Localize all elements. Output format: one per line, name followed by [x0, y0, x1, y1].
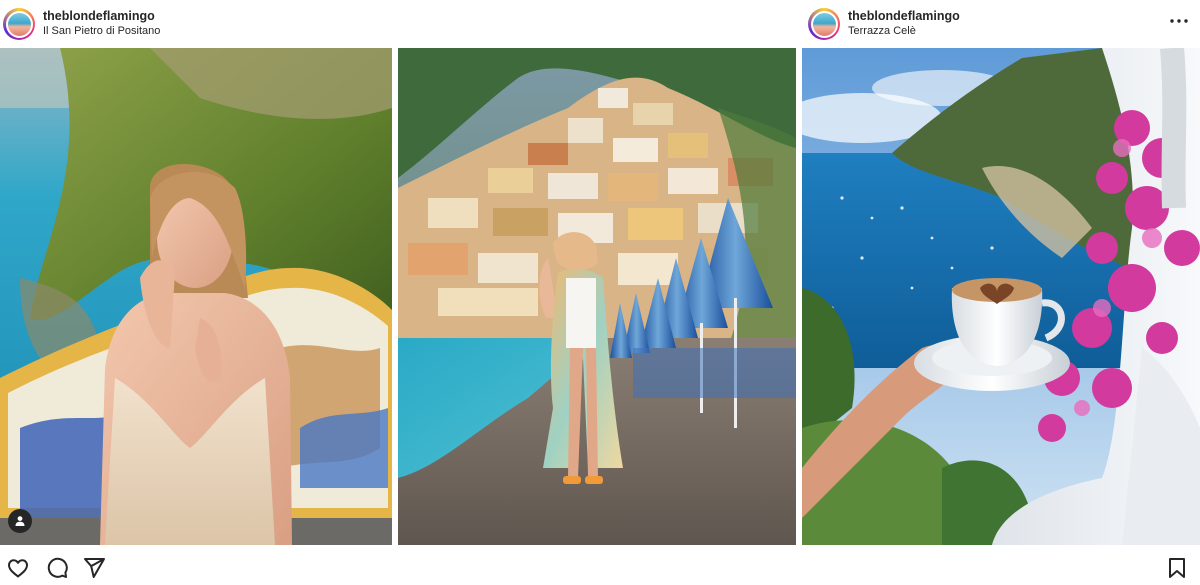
- user-info: theblondeflamingo Terrazza Celè: [848, 9, 960, 39]
- more-options-button[interactable]: [1168, 10, 1190, 32]
- comment-icon: [47, 557, 68, 578]
- location-link[interactable]: Il San Pietro di Positano: [43, 24, 160, 39]
- post-photo-3[interactable]: [802, 48, 1200, 545]
- save-button[interactable]: [1165, 556, 1189, 580]
- username-link[interactable]: theblondeflamingo: [43, 9, 160, 24]
- more-horizontal-icon: [1170, 19, 1188, 23]
- avatar-image: [810, 10, 838, 38]
- post-header-right: theblondeflamingo Terrazza Celè: [802, 0, 1200, 48]
- post-photo-2[interactable]: [398, 48, 796, 545]
- location-link[interactable]: Terrazza Celè: [848, 24, 960, 39]
- action-bar: [0, 548, 1200, 584]
- share-button[interactable]: [82, 556, 106, 580]
- heart-icon: [8, 559, 28, 578]
- username-link[interactable]: theblondeflamingo: [848, 9, 960, 24]
- comment-button[interactable]: [45, 556, 69, 580]
- post-photo-1[interactable]: [0, 48, 392, 545]
- send-icon: [84, 558, 105, 578]
- avatar[interactable]: [808, 8, 840, 40]
- user-info: theblondeflamingo Il San Pietro di Posit…: [43, 9, 160, 39]
- bookmark-icon: [1169, 558, 1185, 578]
- post-header-left: theblondeflamingo Il San Pietro di Posit…: [0, 0, 394, 48]
- avatar[interactable]: [3, 8, 35, 40]
- user-tag-icon[interactable]: [8, 509, 32, 533]
- like-button[interactable]: [6, 556, 30, 580]
- avatar-image: [5, 10, 33, 38]
